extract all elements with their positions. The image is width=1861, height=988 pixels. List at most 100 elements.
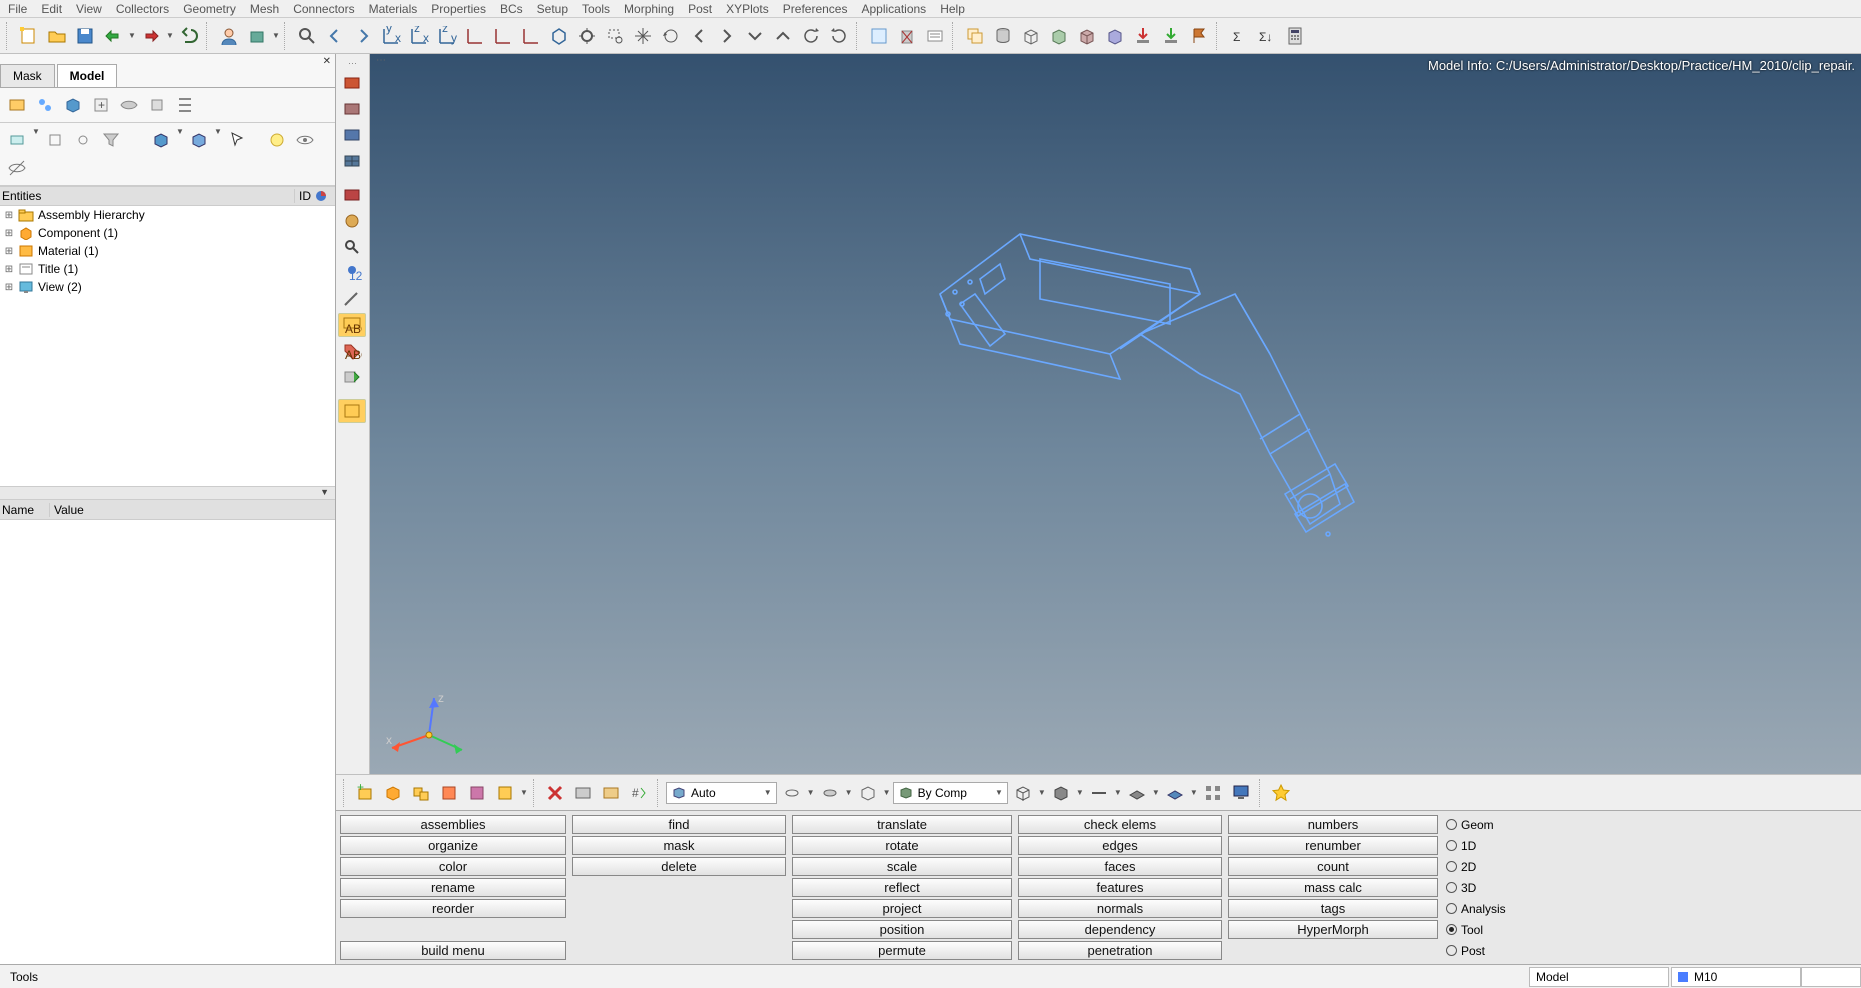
lasso-icon[interactable] bbox=[779, 780, 805, 806]
menu-morphing[interactable]: Morphing bbox=[624, 2, 674, 16]
panel-renumber[interactable]: renumber bbox=[1228, 836, 1438, 855]
panel-features[interactable]: features bbox=[1018, 878, 1222, 897]
value-col[interactable]: Value bbox=[50, 503, 335, 517]
menu-help[interactable]: Help bbox=[940, 2, 965, 16]
tab-mask[interactable]: Mask bbox=[0, 64, 55, 87]
page-radio-3d[interactable]: 3D bbox=[1444, 878, 1534, 897]
arrow-down-icon[interactable] bbox=[742, 23, 768, 49]
fit-view-icon[interactable] bbox=[574, 23, 600, 49]
summation-icon[interactable]: Σ bbox=[1226, 23, 1252, 49]
forward-view-icon[interactable] bbox=[350, 23, 376, 49]
create-set-icon[interactable] bbox=[380, 780, 406, 806]
panel-reflect[interactable]: reflect bbox=[792, 878, 1012, 897]
solid-mode-icon[interactable] bbox=[1162, 780, 1188, 806]
filter-icon[interactable] bbox=[98, 127, 124, 153]
expand-icon[interactable]: ⊞ bbox=[4, 210, 14, 221]
utility-menu-icon[interactable] bbox=[866, 23, 892, 49]
xz-axis-icon[interactable]: zx bbox=[406, 23, 432, 49]
menu-tools[interactable]: Tools bbox=[582, 2, 610, 16]
menu-edit[interactable]: Edit bbox=[41, 2, 62, 16]
vtool-find-icon[interactable] bbox=[338, 235, 366, 259]
rotate-cw-icon[interactable] bbox=[826, 23, 852, 49]
entity-type-combo[interactable]: Auto ▼ bbox=[666, 782, 777, 804]
yz-axis-icon[interactable]: zy bbox=[434, 23, 460, 49]
arrow-left-icon[interactable] bbox=[686, 23, 712, 49]
rotate-view-icon[interactable] bbox=[658, 23, 684, 49]
panel-edges[interactable]: edges bbox=[1018, 836, 1222, 855]
show-hide-icon[interactable] bbox=[116, 92, 142, 118]
isolate-icon[interactable] bbox=[144, 92, 170, 118]
vtool-edge-icon[interactable] bbox=[338, 97, 366, 121]
cube-wire-icon[interactable] bbox=[1018, 23, 1044, 49]
calculator-icon[interactable] bbox=[1282, 23, 1308, 49]
attach-icon[interactable] bbox=[817, 780, 843, 806]
zoom-icon[interactable] bbox=[294, 23, 320, 49]
panel-dependency[interactable]: dependency bbox=[1018, 920, 1222, 939]
undo-icon[interactable] bbox=[176, 23, 202, 49]
create-prop-icon[interactable] bbox=[464, 780, 490, 806]
vtool-system-icon[interactable] bbox=[338, 209, 366, 233]
page-radio-analysis[interactable]: Analysis bbox=[1444, 899, 1534, 918]
shaded-mode-icon[interactable] bbox=[1048, 780, 1074, 806]
panel-find[interactable]: find bbox=[572, 815, 786, 834]
xy-rev-axis-icon[interactable] bbox=[462, 23, 488, 49]
panel-normals[interactable]: normals bbox=[1018, 899, 1222, 918]
rotate-ccw-icon[interactable] bbox=[798, 23, 824, 49]
menu-geometry[interactable]: Geometry bbox=[183, 2, 236, 16]
tab-model[interactable]: Model bbox=[57, 64, 118, 87]
create-icon[interactable]: + bbox=[88, 92, 114, 118]
menu-mesh[interactable]: Mesh bbox=[250, 2, 279, 16]
monitor-icon[interactable] bbox=[1228, 780, 1254, 806]
wireframe-mode-icon[interactable] bbox=[1010, 780, 1036, 806]
menu-collectors[interactable]: Collectors bbox=[116, 2, 169, 16]
page-radio-2d[interactable]: 2D bbox=[1444, 857, 1534, 876]
name-col[interactable]: Name bbox=[0, 503, 50, 517]
comp-blue-icon[interactable] bbox=[148, 127, 174, 153]
include-view-icon[interactable] bbox=[60, 92, 86, 118]
graphics-viewport[interactable]: ⋯ Model Info: C:/Users/Administrator/Des… bbox=[370, 54, 1861, 774]
vtool-measure-icon[interactable] bbox=[338, 287, 366, 311]
panel-organize[interactable]: organize bbox=[340, 836, 566, 855]
menu-materials[interactable]: Materials bbox=[369, 2, 418, 16]
tree-row-component[interactable]: ⊞ Component (1) bbox=[0, 224, 335, 242]
panel-faces[interactable]: faces bbox=[1018, 857, 1222, 876]
remove-duplicate-icon[interactable] bbox=[962, 23, 988, 49]
viewport-handle[interactable]: ⋯ bbox=[370, 54, 395, 67]
card-edit-icon[interactable] bbox=[922, 23, 948, 49]
menu-file[interactable]: File bbox=[8, 2, 27, 16]
highlight-icon[interactable] bbox=[264, 127, 290, 153]
status-extra-cell[interactable] bbox=[1801, 967, 1861, 987]
arrow-up-icon[interactable] bbox=[770, 23, 796, 49]
create-assem-icon[interactable] bbox=[408, 780, 434, 806]
menu-xyplots[interactable]: XYPlots bbox=[726, 2, 769, 16]
expand-icon[interactable]: ⊞ bbox=[4, 228, 14, 239]
zoom-window-icon[interactable] bbox=[602, 23, 628, 49]
model-tree[interactable]: ⊞ Assembly Hierarchy ⊞ Component (1) ⊞ M… bbox=[0, 206, 335, 486]
vtool-load-icon[interactable] bbox=[338, 183, 366, 207]
panel-check-elems[interactable]: check elems bbox=[1018, 815, 1222, 834]
user-profile-icon[interactable] bbox=[216, 23, 242, 49]
card-icon[interactable] bbox=[570, 780, 596, 806]
close-panel-icon[interactable]: ✕ bbox=[323, 56, 331, 67]
vtool-tag-icon[interactable]: ABC bbox=[338, 339, 366, 363]
panel-permute[interactable]: permute bbox=[792, 941, 1012, 960]
display-options-icon[interactable] bbox=[1200, 780, 1226, 806]
panel-build-menu[interactable]: build menu bbox=[340, 941, 566, 960]
iso-view-icon[interactable] bbox=[546, 23, 572, 49]
cylinder-icon[interactable] bbox=[990, 23, 1016, 49]
yz-rev-axis-icon[interactable] bbox=[518, 23, 544, 49]
new-model-icon[interactable] bbox=[16, 23, 42, 49]
back-view-icon[interactable] bbox=[322, 23, 348, 49]
tree-row-title[interactable]: ⊞ Title (1) bbox=[0, 260, 335, 278]
entities-header-id[interactable]: ID bbox=[295, 189, 335, 203]
page-radio-post[interactable]: Post bbox=[1444, 941, 1534, 960]
vtool-node-icon[interactable] bbox=[338, 71, 366, 95]
eye-show-icon[interactable] bbox=[292, 127, 318, 153]
panel-penetration[interactable]: penetration bbox=[1018, 941, 1222, 960]
cube-iso-icon[interactable] bbox=[1102, 23, 1128, 49]
panel-numbers[interactable]: numbers bbox=[1228, 815, 1438, 834]
vtool-abc-icon[interactable]: ABC bbox=[338, 313, 366, 337]
expand-icon[interactable]: ⊞ bbox=[4, 282, 14, 293]
cursor-icon[interactable] bbox=[224, 127, 250, 153]
component-collector-icon[interactable] bbox=[244, 23, 270, 49]
